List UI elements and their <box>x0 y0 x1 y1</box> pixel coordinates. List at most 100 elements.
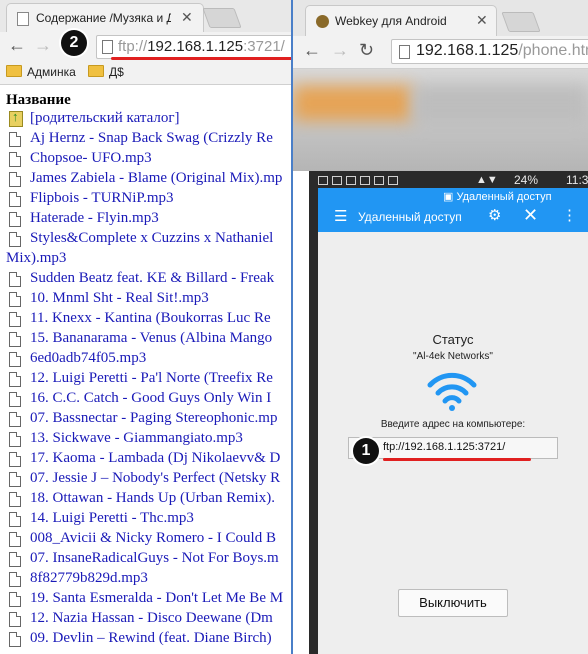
file-link[interactable]: 18. Ottawan - Hands Up (Urban Remix). <box>30 490 275 506</box>
forward-icon[interactable]: → <box>331 40 349 61</box>
file-icon <box>9 632 21 647</box>
list-item[interactable]: Chopsoe- UFO.mp3 <box>6 150 291 170</box>
file-icon <box>9 192 21 207</box>
left-address-bar[interactable]: ftp://192.168.1.125:3721/ <box>96 35 291 59</box>
file-icon <box>9 472 21 487</box>
list-item[interactable]: 19. Santa Esmeralda - Don't Let Me Be M <box>6 590 291 610</box>
list-item[interactable]: 008_Avicii & Nicky Romero - I Could B <box>6 530 291 550</box>
file-link[interactable]: 6ed0adb74f05.mp3 <box>30 350 146 366</box>
file-icon <box>9 512 21 527</box>
wifi-icon <box>427 372 477 411</box>
back-icon[interactable]: ← <box>303 40 321 61</box>
close-icon[interactable]: ✕ <box>476 12 488 29</box>
list-item[interactable]: Aj Hernz - Snap Back Swag (Crizzly Re <box>6 130 291 150</box>
list-item[interactable]: 12. Luigi Peretti - Pa'l Norte (Treefix … <box>6 370 291 390</box>
file-link[interactable]: 17. Kaoma - Lambada (Dj Nikolaevv& D <box>30 450 280 466</box>
file-link[interactable]: 16. C.C. Catch - Good Guys Only Win I <box>30 390 271 406</box>
app-title: Удаленный доступ <box>358 210 462 224</box>
list-item[interactable]: 18. Ottawan - Hands Up (Urban Remix). <box>6 490 291 510</box>
close-icon[interactable]: ✕ <box>181 9 193 26</box>
list-item[interactable]: 12. Nazia Hassan - Disco Deewane (Dm <box>6 610 291 630</box>
left-active-tab[interactable]: Содержание /Музяка и Д ✕ <box>6 3 204 33</box>
file-icon <box>9 392 21 407</box>
more-icon[interactable]: ⋮ <box>562 206 577 224</box>
list-item[interactable]: 16. C.C. Catch - Good Guys Only Win I <box>6 390 291 410</box>
file-link[interactable]: 14. Luigi Peretti - Thc.mp3 <box>30 510 194 526</box>
list-item[interactable]: 6ed0adb74f05.mp3 <box>6 350 291 370</box>
new-tab-button[interactable] <box>202 8 242 28</box>
file-link[interactable]: Sudden Beatz feat. KE & Billard - Freak <box>30 270 274 286</box>
parent-dir-link[interactable]: [родительский каталог] <box>30 110 180 126</box>
file-link[interactable]: 07. Bassnectar - Paging Stereophonic.mp <box>30 410 277 426</box>
list-item[interactable]: 8f82779b829d.mp3 <box>6 570 291 590</box>
new-tab-button[interactable] <box>501 12 541 32</box>
ftp-address-field[interactable]: ftp://192.168.1.125:3721/ <box>348 437 558 459</box>
list-item[interactable]: Sudden Beatz feat. KE & Billard - Freak <box>6 270 291 290</box>
list-item[interactable]: Styles&Complete x Cuzzins x Nathaniel <box>6 230 291 250</box>
file-icon <box>9 272 21 287</box>
list-item[interactable]: 17. Kaoma - Lambada (Dj Nikolaevv& D <box>6 450 291 470</box>
file-icon <box>9 292 21 307</box>
file-icon <box>9 532 21 547</box>
file-link[interactable]: Chopsoe- UFO.mp3 <box>30 150 152 166</box>
right-tab-strip: Webkey для Android ✕ <box>293 0 588 37</box>
file-link[interactable]: 07. InsaneRadicalGuys - Not For Boys.m <box>30 550 279 566</box>
file-icon <box>9 612 21 627</box>
right-tab-title: Webkey для Android <box>335 14 447 28</box>
list-item[interactable]: 09. Devlin – Rewind (feat. Diane Birch) <box>6 630 291 650</box>
file-link[interactable]: 12. Nazia Hassan - Disco Deewane (Dm <box>30 610 273 626</box>
list-item[interactable]: 10. Mnml Sht - Real Sit!.mp3 <box>6 290 291 310</box>
file-icon <box>9 432 21 447</box>
list-item[interactable]: 14. Luigi Peretti - Thc.mp3 <box>6 510 291 530</box>
list-item[interactable]: Haterade - Flyin.mp3 <box>6 210 291 230</box>
folder-icon <box>6 65 22 77</box>
list-item[interactable]: Flipbois - TURNiP.mp3 <box>6 190 291 210</box>
back-icon[interactable]: ← <box>8 35 26 56</box>
file-link[interactable]: 12. Luigi Peretti - Pa'l Norte (Treefix … <box>30 370 273 386</box>
file-link[interactable]: Haterade - Flyin.mp3 <box>30 210 159 226</box>
page-icon <box>17 12 29 26</box>
file-link[interactable]: 09. Devlin – Rewind (feat. Diane Birch) <box>30 630 272 646</box>
file-icon <box>9 372 21 387</box>
close-icon[interactable]: ✕ <box>523 205 538 226</box>
notification-icon <box>332 176 342 185</box>
notification-text: ▣ Удаленный доступ <box>443 191 552 203</box>
file-link[interactable]: 13. Sickwave - Giammangiato.mp3 <box>30 430 243 446</box>
network-name: "Al-4ek Networks" <box>413 351 493 362</box>
bookmark-admin[interactable]: Админка <box>6 65 76 79</box>
file-link[interactable]: 07. Jessie J – Nobody's Perfect (Netsky … <box>30 470 280 486</box>
file-link[interactable]: 10. Mnml Sht - Real Sit!.mp3 <box>30 290 209 306</box>
file-link[interactable]: 8f82779b829d.mp3 <box>30 570 148 586</box>
file-icon <box>9 212 21 227</box>
list-item[interactable]: 11. Knexx - Kantina (Boukorras Luc Re <box>6 310 291 330</box>
off-button[interactable]: Выключить <box>398 589 508 617</box>
list-item[interactable]: 07. Jessie J – Nobody's Perfect (Netsky … <box>6 470 291 490</box>
file-icon <box>9 352 21 367</box>
file-link[interactable]: 15. Bananarama - Venus (Albina Mango <box>30 330 272 346</box>
parent-dir-row[interactable]: [родительский каталог] <box>6 109 291 130</box>
list-item[interactable]: 13. Sickwave - Giammangiato.mp3 <box>6 430 291 450</box>
bookmark-d[interactable]: Д$ <box>88 65 124 79</box>
file-link[interactable]: James Zabiela - Blame (Original Mix).mp <box>30 170 282 186</box>
file-link[interactable]: Styles&Complete x Cuzzins x Nathaniel <box>30 230 273 246</box>
reload-icon[interactable]: ↻ <box>359 40 374 61</box>
list-item[interactable]: 07. InsaneRadicalGuys - Not For Boys.m <box>6 550 291 570</box>
file-link[interactable]: 19. Santa Esmeralda - Don't Let Me Be M <box>30 590 283 606</box>
list-item[interactable]: James Zabiela - Blame (Original Mix).mp <box>6 170 291 190</box>
file-icon <box>9 492 21 507</box>
menu-icon[interactable]: ☰ <box>334 207 347 225</box>
list-item-continuation[interactable]: Mix).mp3 <box>6 250 291 270</box>
settings-icon[interactable]: ⚙ <box>488 206 501 224</box>
right-address-bar[interactable]: 192.168.1.125/phone.htm <box>391 39 588 64</box>
file-link-continuation[interactable]: Mix).mp3 <box>6 250 66 266</box>
up-folder-icon <box>9 109 23 127</box>
forward-icon[interactable]: → <box>34 35 52 56</box>
file-link[interactable]: Aj Hernz - Snap Back Swag (Crizzly Re <box>30 130 273 146</box>
file-link[interactable]: 008_Avicii & Nicky Romero - I Could B <box>30 530 276 546</box>
right-active-tab[interactable]: Webkey для Android ✕ <box>305 5 497 37</box>
list-item[interactable]: 15. Bananarama - Venus (Albina Mango <box>6 330 291 350</box>
list-item[interactable]: 07. Bassnectar - Paging Stereophonic.mp <box>6 410 291 430</box>
file-link[interactable]: Flipbois - TURNiP.mp3 <box>30 190 174 206</box>
file-link[interactable]: 11. Knexx - Kantina (Boukorras Luc Re <box>30 310 271 326</box>
ftp-listing: Название [родительский каталог] Aj Hernz… <box>6 92 291 650</box>
